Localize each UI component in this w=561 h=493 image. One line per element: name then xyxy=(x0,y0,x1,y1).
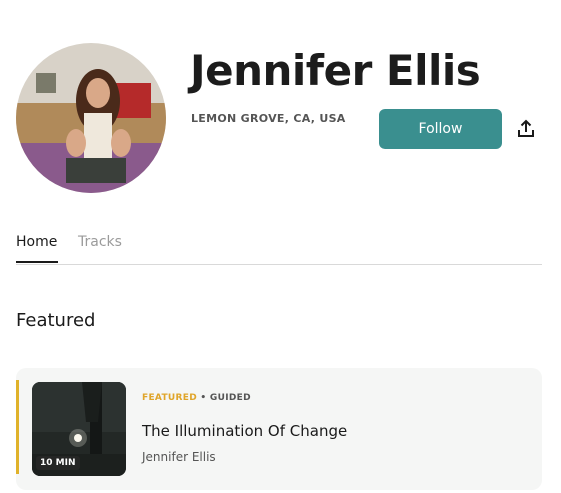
profile-location: LEMON GROVE, CA, USA xyxy=(191,112,346,125)
track-tags: FEATURED • GUIDED xyxy=(142,393,251,403)
featured-track-card[interactable]: 10 MIN FEATURED • GUIDED The Illuminatio… xyxy=(16,368,542,490)
track-thumbnail: 10 MIN xyxy=(32,382,126,476)
profile-avatar xyxy=(16,43,166,193)
track-title[interactable]: The Illumination Of Change xyxy=(142,422,347,440)
tag-featured: FEATURED xyxy=(142,393,197,403)
track-author[interactable]: Jennifer Ellis xyxy=(142,450,216,464)
tab-tracks[interactable]: Tracks xyxy=(78,234,122,250)
avatar-photo xyxy=(16,43,166,193)
profile-tabs: Home Tracks xyxy=(16,234,542,265)
active-tab-indicator xyxy=(16,261,58,263)
tag-type: GUIDED xyxy=(209,393,251,403)
duration-badge: 10 MIN xyxy=(36,456,80,470)
card-accent-bar xyxy=(16,380,19,474)
profile-name: Jennifer Ellis xyxy=(190,46,481,95)
tag-separator: • xyxy=(200,393,207,403)
follow-button[interactable]: Follow xyxy=(379,109,502,149)
share-upload-icon[interactable] xyxy=(515,118,537,140)
featured-section-title: Featured xyxy=(16,310,96,331)
tab-home[interactable]: Home xyxy=(16,234,57,250)
